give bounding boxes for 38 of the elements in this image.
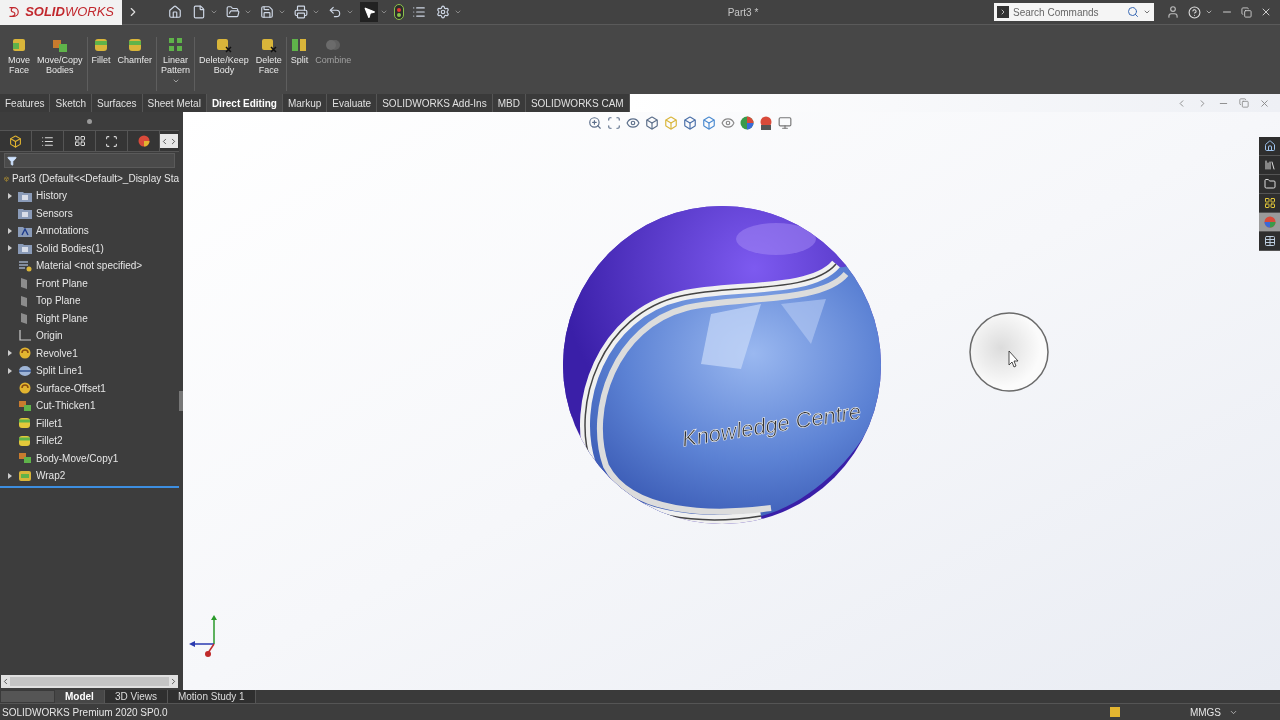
- tree-item[interactable]: Split Line1: [0, 362, 179, 380]
- ribbon-button[interactable]: Split: [288, 37, 311, 65]
- ribbon-button[interactable]: Delete Face: [253, 37, 284, 75]
- units-label[interactable]: MMGS: [1189, 704, 1221, 720]
- model-text: Knowledge Centre: [680, 398, 863, 452]
- tree-item[interactable]: Surface-Offset1: [0, 379, 179, 397]
- tree-root[interactable]: Part3 (Default<<Default>_Display Sta: [11, 171, 179, 186]
- ribbon-button[interactable]: Move Face: [6, 37, 32, 75]
- tree-item[interactable]: Cut-Thicken1: [0, 397, 179, 415]
- tree-item[interactable]: History: [0, 187, 179, 205]
- search-field[interactable]: Search Commands: [1013, 4, 1123, 20]
- tree-item[interactable]: Fillet2: [0, 432, 179, 450]
- bottom-tab[interactable]: 3D Views: [104, 690, 168, 703]
- tree-item[interactable]: Material <not specified>: [0, 257, 179, 275]
- tree-item[interactable]: Origin: [0, 327, 179, 345]
- ribbon-button[interactable]: Fillet: [89, 37, 113, 65]
- ribbon-button[interactable]: Linear Pattern: [159, 37, 193, 85]
- product-version: SOLIDWORKS Premium 2020 SP0.0: [2, 705, 168, 720]
- tree-item[interactable]: Front Plane: [0, 274, 179, 292]
- command-tab[interactable]: Direct Editing: [206, 94, 283, 112]
- bottom-tab[interactable]: Model: [55, 690, 105, 703]
- logo[interactable]: SOLIDWORKS: [0, 0, 122, 25]
- tree-item[interactable]: Solid Bodies(1): [0, 239, 179, 257]
- document-title: Part3 *: [727, 5, 759, 20]
- bottom-tab[interactable]: Motion Study 1: [167, 690, 256, 703]
- tree-item[interactable]: Top Plane: [0, 292, 179, 310]
- ribbon-button[interactable]: Delete/Keep Body: [197, 37, 251, 75]
- ribbon-button[interactable]: Move/Copy Bodies: [35, 37, 85, 75]
- tree-item[interactable]: Wrap2: [0, 467, 179, 485]
- tree-item[interactable]: Annotations: [0, 222, 179, 240]
- search-box[interactable]: Search Commands: [994, 3, 1154, 21]
- tree-item[interactable]: Body-Move/Copy1: [0, 449, 179, 467]
- ribbon-button[interactable]: Chamfer: [115, 37, 155, 65]
- tree-item[interactable]: Right Plane: [0, 309, 179, 327]
- tree-item[interactable]: Fillet1: [0, 414, 179, 432]
- tree-item[interactable]: Sensors: [0, 204, 179, 222]
- logo-text: SOLIDWORKS: [25, 3, 114, 22]
- tree-item[interactable]: Revolve1: [0, 344, 179, 362]
